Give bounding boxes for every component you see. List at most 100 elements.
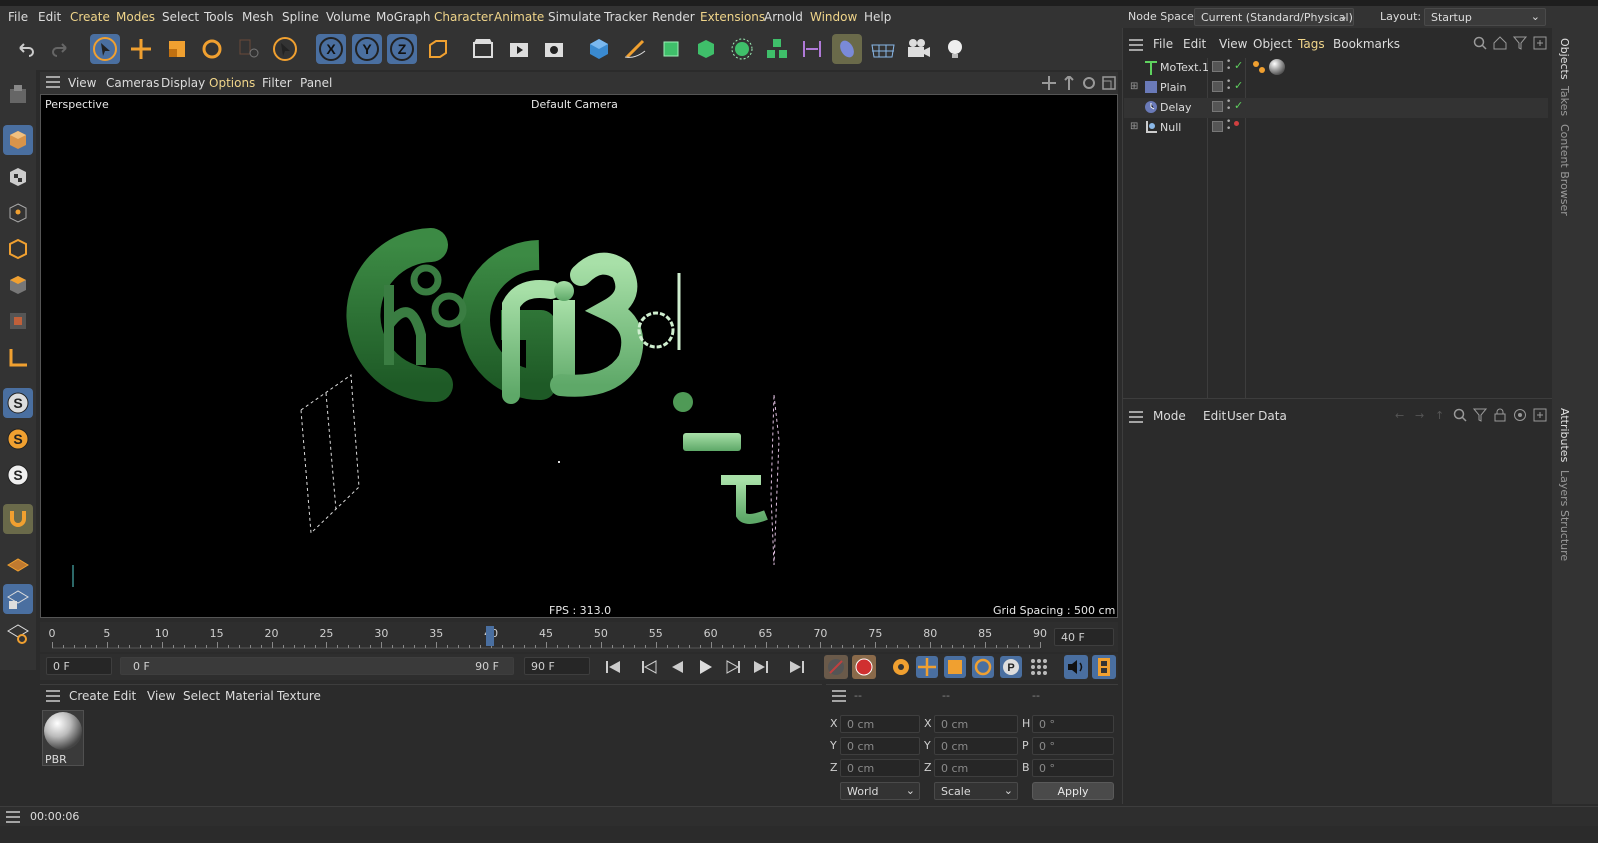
hamburger-icon[interactable] (46, 690, 60, 705)
z-axis-lock-button[interactable]: Z (387, 34, 417, 64)
model-mode-button[interactable] (3, 125, 33, 155)
play-icon[interactable] (696, 658, 714, 679)
menu-mesh[interactable]: Mesh (242, 10, 274, 24)
tab-objects[interactable]: Objects (1558, 38, 1571, 80)
hamburger-icon[interactable] (46, 76, 60, 91)
rot-p-field[interactable]: 0 ° (1032, 737, 1114, 755)
pos-z-field[interactable]: 0 cm (840, 759, 920, 777)
preview-start-field[interactable]: 0 F (46, 657, 112, 675)
hamburger-icon[interactable] (1129, 411, 1143, 426)
y-axis-lock-button[interactable]: Y (352, 34, 382, 64)
subdivision-button[interactable] (656, 34, 686, 64)
menu-simulate[interactable]: Simulate (548, 10, 601, 24)
objects-menu-object[interactable]: Object (1253, 37, 1292, 51)
previous-key-icon[interactable] (640, 658, 658, 679)
live-selection-button[interactable] (270, 34, 300, 64)
material-menu-view[interactable]: View (147, 689, 175, 703)
menu-tracker[interactable]: Tracker (604, 10, 647, 24)
preview-range-slider[interactable]: 0 F 90 F (120, 657, 514, 675)
maximize-view-icon[interactable] (1102, 76, 1116, 93)
menu-spline[interactable]: Spline (282, 10, 319, 24)
menu-arnold[interactable]: Arnold (764, 10, 803, 24)
menu-character[interactable]: Character (434, 10, 493, 24)
rot-b-field[interactable]: 0 ° (1032, 759, 1114, 777)
new-panel-icon[interactable] (1533, 408, 1547, 425)
field-button[interactable] (832, 34, 862, 64)
material-menu-create[interactable]: Create (69, 689, 109, 703)
size-y-field[interactable]: 0 cm (934, 737, 1018, 755)
render-settings-button[interactable] (539, 34, 569, 64)
disabled-dot-icon[interactable] (1234, 121, 1239, 126)
scale-tool-button[interactable] (162, 34, 192, 64)
polygons-mode-button[interactable] (3, 270, 33, 300)
recent-tool-button[interactable] (234, 34, 264, 64)
layer-toggle-icon[interactable] (1212, 121, 1223, 132)
home-icon[interactable] (1493, 36, 1507, 53)
render-view-button[interactable] (504, 34, 534, 64)
object-row-motext[interactable]: MoText.1 • • ✓ (1124, 58, 1548, 78)
move-view-icon[interactable] (1042, 76, 1056, 93)
forward-arrow-icon[interactable]: → (1415, 409, 1424, 422)
snap-settings-button[interactable]: S (3, 424, 33, 454)
auto-key-button[interactable] (852, 655, 876, 679)
playhead[interactable] (486, 626, 494, 646)
size-x-field[interactable]: 0 cm (934, 715, 1018, 733)
record-disabled-button[interactable] (824, 655, 848, 679)
timeline-ruler[interactable]: 051015202530354045505560657075808590 40 … (40, 622, 1118, 652)
rotate-tool-button[interactable] (197, 34, 227, 64)
menu-extensions[interactable]: Extensions (700, 10, 765, 24)
scale-mode-dropdown[interactable]: Scale ⌄ (934, 782, 1018, 800)
menu-select[interactable]: Select (162, 10, 199, 24)
magnet-button[interactable] (3, 504, 33, 534)
visibility-dots-icon[interactable]: • • (1226, 78, 1231, 94)
light-button[interactable] (940, 34, 970, 64)
undo-button[interactable] (10, 34, 40, 64)
search-icon[interactable] (1473, 36, 1487, 53)
layer-toggle-icon[interactable] (1212, 81, 1223, 92)
object-row-null[interactable]: ⊞ Null • • (1124, 118, 1548, 138)
apply-button[interactable]: Apply (1032, 782, 1114, 800)
layout-dropdown[interactable]: Startup ⌄ (1424, 8, 1546, 26)
visibility-dots-icon[interactable]: • • (1226, 58, 1231, 74)
objects-menu-bookmarks[interactable]: Bookmarks (1333, 37, 1400, 51)
node-space-dropdown[interactable]: Current (Standard/Physical) ⌄ (1194, 8, 1354, 26)
pen-spline-button[interactable] (620, 34, 650, 64)
menu-create[interactable]: Create (70, 10, 110, 24)
visibility-dots-icon[interactable]: • • (1226, 98, 1231, 114)
target-icon[interactable] (1513, 408, 1527, 425)
texture-mode-button[interactable] (3, 162, 33, 192)
viewport-menu-filter[interactable]: Filter (262, 76, 292, 90)
back-arrow-icon[interactable]: ← (1395, 409, 1404, 422)
menu-window[interactable]: Window (810, 10, 857, 24)
menu-render[interactable]: Render (652, 10, 695, 24)
sound-button[interactable] (1064, 655, 1088, 679)
visibility-dots-icon[interactable]: • • (1226, 118, 1231, 134)
next-key-icon[interactable] (752, 658, 770, 679)
viewport-menu-panel[interactable]: Panel (300, 76, 332, 90)
mograph-cubes-button[interactable] (762, 34, 792, 64)
zoom-view-icon[interactable] (1062, 74, 1076, 93)
go-to-start-icon[interactable] (604, 658, 622, 679)
snap-button[interactable]: S (3, 388, 33, 418)
deformer-button[interactable] (797, 34, 827, 64)
coordinate-system-button[interactable] (423, 34, 453, 64)
lock-workplane-button[interactable] (3, 584, 33, 614)
viewport-menu-view[interactable]: View (68, 76, 96, 90)
lock-icon[interactable] (1493, 408, 1507, 425)
cloner-button[interactable] (727, 34, 757, 64)
material-menu-select[interactable]: Select (183, 689, 220, 703)
size-z-field[interactable]: 0 cm (934, 759, 1018, 777)
grid-rotate-button[interactable] (3, 618, 33, 648)
uv-mode-button[interactable] (3, 306, 33, 336)
previous-frame-icon[interactable] (668, 658, 686, 679)
floor-button[interactable] (868, 34, 898, 64)
filter-icon[interactable] (1472, 408, 1488, 425)
menu-animate[interactable]: Animate (494, 10, 544, 24)
material-swatch[interactable]: PBR (42, 710, 84, 766)
key-pla-icon[interactable] (1028, 656, 1050, 681)
material-menu-material[interactable]: Material (225, 689, 274, 703)
move-tool-button[interactable] (126, 34, 156, 64)
axis-mode-button[interactable] (3, 343, 33, 373)
mograph-tag-icon[interactable] (1252, 60, 1266, 77)
enabled-check-icon[interactable]: ✓ (1234, 79, 1243, 92)
